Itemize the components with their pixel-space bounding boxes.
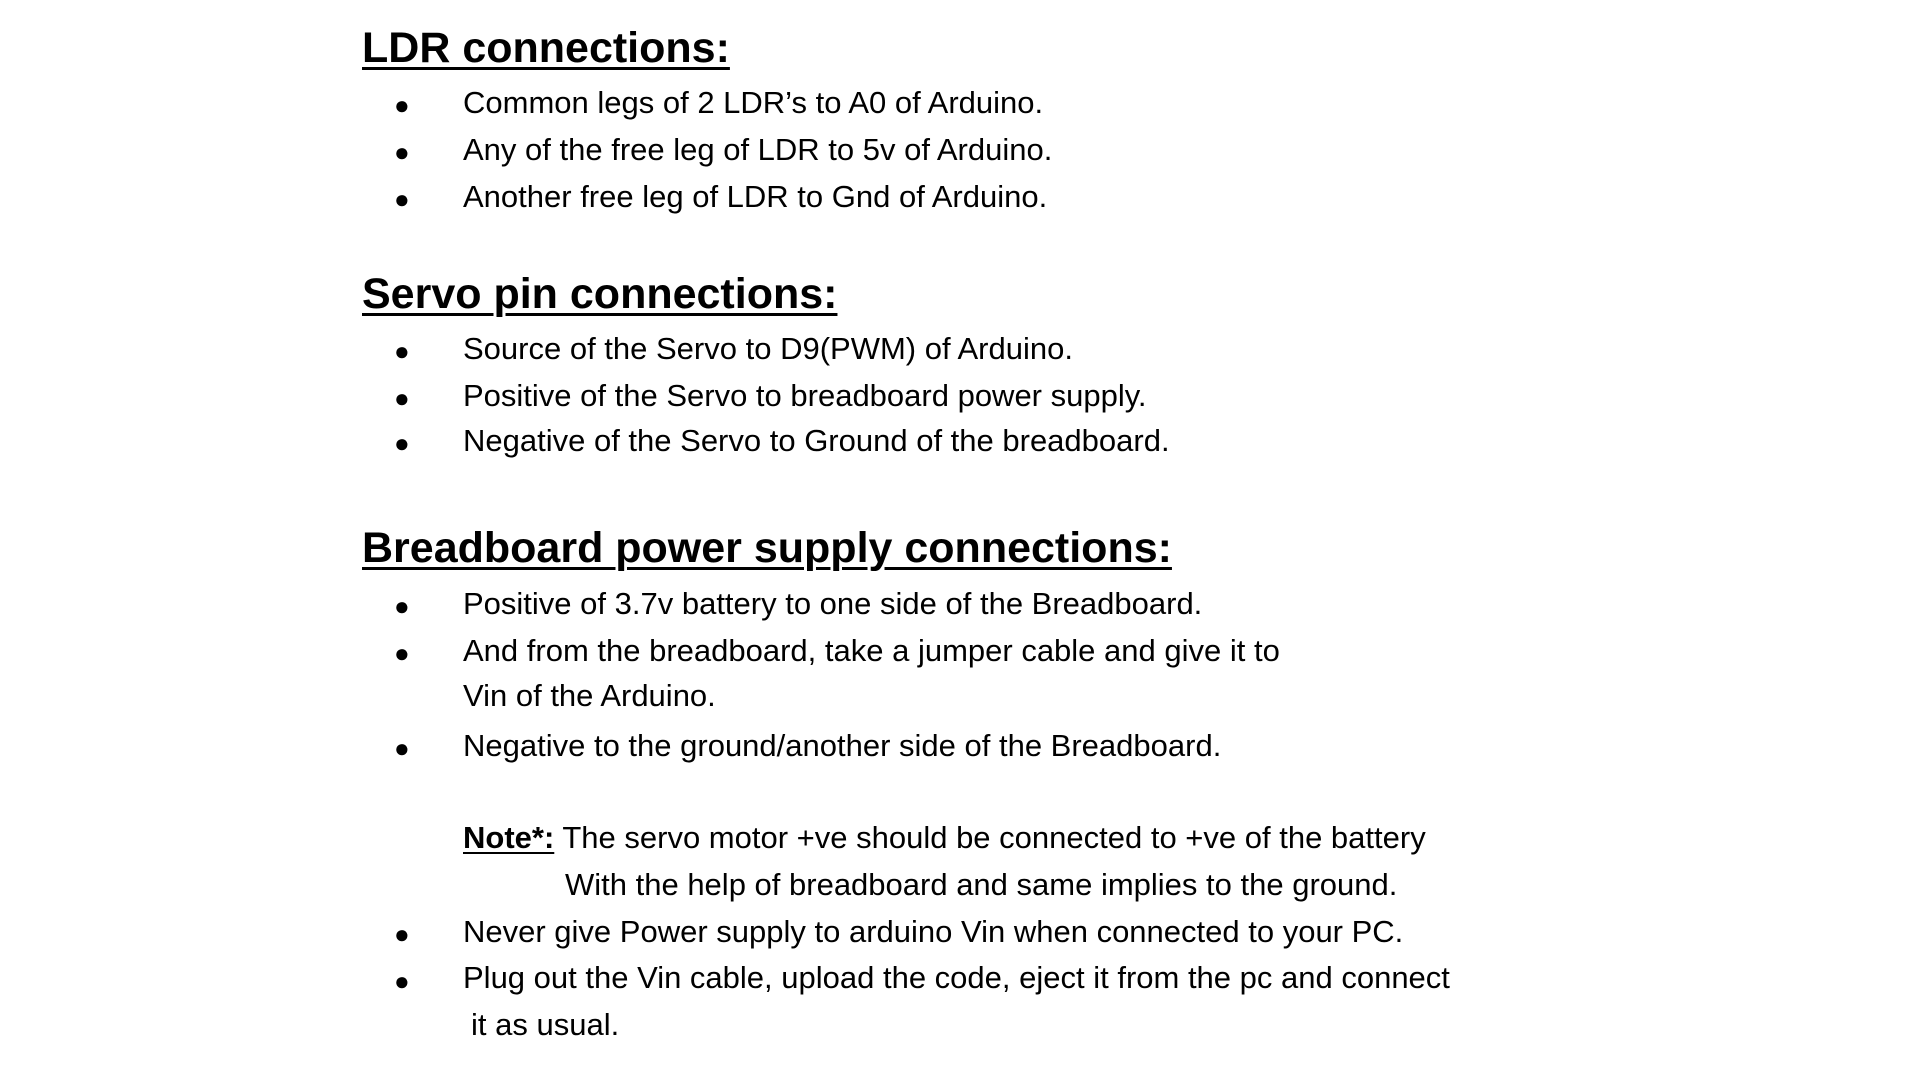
bullet-icon: ●: [394, 966, 410, 996]
heading-ldr-connections: LDR connections:: [362, 24, 730, 72]
list-item: Any of the free leg of LDR to 5v of Ardu…: [463, 132, 1053, 167]
bullet-icon: ●: [394, 638, 410, 668]
list-item: Common legs of 2 LDR’s to A0 of Arduino.: [463, 85, 1044, 120]
list-item: Positive of the Servo to breadboard powe…: [463, 378, 1147, 413]
list-item: Negative to the ground/another side of t…: [463, 728, 1222, 763]
bullet-icon: ●: [394, 336, 410, 366]
list-item: Negative of the Servo to Ground of the b…: [463, 423, 1170, 458]
list-item: Another free leg of LDR to Gnd of Arduin…: [463, 179, 1048, 214]
list-item: Never give Power supply to arduino Vin w…: [463, 914, 1404, 949]
list-item-continuation: Vin of the Arduino.: [463, 678, 716, 713]
list-item: Positive of 3.7v battery to one side of …: [463, 586, 1203, 621]
note-line: Note*: The servo motor +ve should be con…: [463, 822, 1426, 853]
note-text: The servo motor +ve should be connected …: [562, 820, 1426, 855]
bullet-icon: ●: [394, 90, 410, 120]
bullet-icon: ●: [394, 184, 410, 214]
bullet-icon: ●: [394, 137, 410, 167]
list-item-continuation: it as usual.: [471, 1007, 620, 1042]
heading-breadboard-power-supply-connections: Breadboard power supply connections:: [362, 524, 1172, 572]
bullet-icon: ●: [394, 591, 410, 621]
bullet-icon: ●: [394, 919, 410, 949]
bullet-icon: ●: [394, 733, 410, 763]
list-item: And from the breadboard, take a jumper c…: [463, 633, 1280, 668]
note-label: Note*:: [463, 820, 555, 855]
note-line-continuation: With the help of breadboard and same imp…: [565, 867, 1398, 902]
list-item: Plug out the Vin cable, upload the code,…: [463, 960, 1450, 995]
bullet-icon: ●: [394, 428, 410, 458]
heading-servo-pin-connections: Servo pin connections:: [362, 270, 838, 318]
bullet-icon: ●: [394, 383, 410, 413]
list-item: Source of the Servo to D9(PWM) of Arduin…: [463, 331, 1073, 366]
